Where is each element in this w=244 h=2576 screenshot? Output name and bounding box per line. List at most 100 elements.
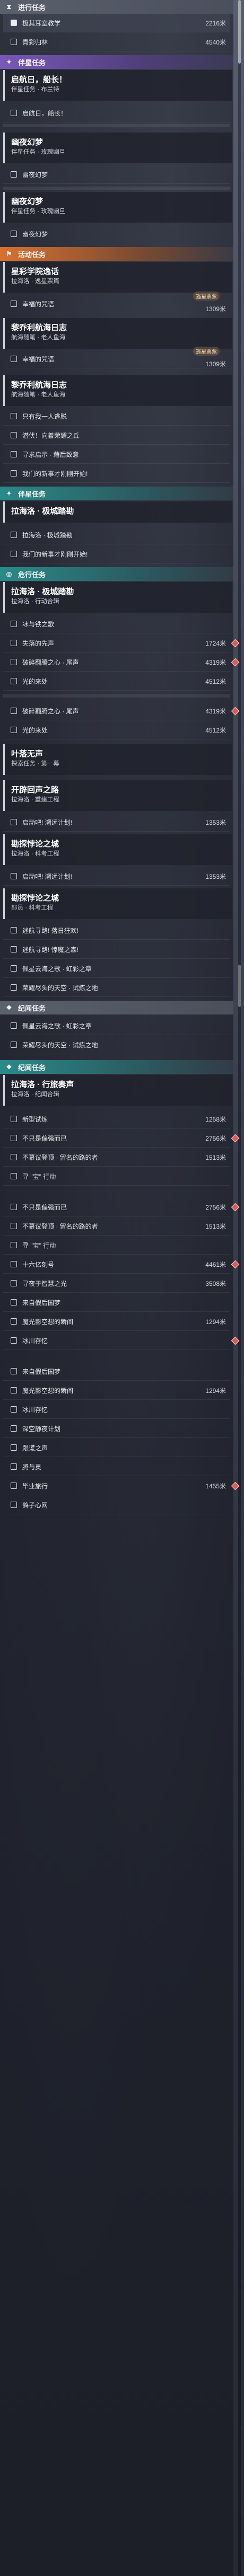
- flag-icon: ⚑: [6, 250, 12, 258]
- quest-row[interactable]: 新型试炼 1258米: [3, 1110, 230, 1128]
- quest-card[interactable]: 黎乔利航海日志 航海随笔 · 老人鱼海: [3, 318, 232, 349]
- quest-card[interactable]: 勘探悖论之城 部员 · 科考工程: [3, 888, 232, 919]
- quest-row[interactable]: 失落的先声 1724米: [3, 634, 240, 652]
- quest-row[interactable]: 极其耳室教学 2216米: [3, 14, 230, 32]
- quest-row[interactable]: 毕业旅行 1455米: [3, 1477, 240, 1495]
- quest-row[interactable]: 迷航寻路! 惊魔之森!: [3, 940, 230, 959]
- checkbox-icon: [11, 301, 17, 307]
- quest-row[interactable]: 荣耀尽头的天空 · 试炼之地: [3, 1036, 230, 1054]
- quest-card[interactable]: 拉海洛 · 极城踏勘 拉海洛 · 行动合辑: [3, 582, 232, 613]
- quest-row[interactable]: 魔光影空想的瞬间 1294米: [3, 1312, 230, 1331]
- checkbox-icon: [11, 171, 17, 178]
- quest-row[interactable]: 来自假后国梦: [3, 1362, 230, 1381]
- quest-row[interactable]: 破碎翻腾之心 · 尾声 4319米: [3, 702, 240, 720]
- star-icon: ✦: [6, 58, 12, 66]
- quest-row[interactable]: 光的来处 4512米: [3, 721, 230, 739]
- status-badge: 逃星票票: [193, 347, 220, 356]
- checkbox-icon: [11, 1173, 17, 1179]
- quest-row[interactable]: 幽夜幻梦: [3, 225, 230, 243]
- quest-row[interactable]: 深空静夜计划: [3, 1419, 230, 1438]
- scrollbar-thumb-2[interactable]: [238, 965, 241, 1007]
- checkbox-icon: [11, 819, 17, 825]
- quest-row[interactable]: 佩星云海之歌 · 虹彩之章: [3, 959, 230, 978]
- divider: [3, 124, 230, 127]
- section-companion-2[interactable]: ✦ 伴星任务: [0, 487, 233, 500]
- quest-row[interactable]: 冰川存忆: [3, 1331, 240, 1350]
- quest-card[interactable]: 启航日，船长！ 伴星任务 · 布兰特: [3, 70, 232, 101]
- quest-row[interactable]: 启动吧! 溯远计划! 1353米: [3, 867, 230, 886]
- quest-icon: ⧗: [6, 3, 12, 11]
- checkbox-icon: [11, 1022, 17, 1029]
- checkbox-icon: [11, 1116, 17, 1122]
- quest-card[interactable]: 拉海洛 · 极城踏勘: [3, 501, 232, 523]
- checkbox-icon: [11, 1502, 17, 1508]
- checkbox-icon: [11, 110, 17, 116]
- quest-row[interactable]: 寻 "宝" 行动: [3, 1236, 230, 1255]
- quest-row[interactable]: 青彩归林 4540米: [3, 33, 230, 51]
- checkbox-icon: [11, 1042, 17, 1048]
- checkbox-icon: [11, 1483, 17, 1489]
- quest-row[interactable]: 不只是偏强而已 2756米: [3, 1129, 240, 1148]
- checkbox-icon: [11, 1318, 17, 1325]
- quest-row[interactable]: 寻求启示 · 藉后致意: [3, 445, 230, 464]
- quest-row[interactable]: 不慕议登顶 · 留名的路的者 1513米: [3, 1217, 230, 1236]
- quest-row[interactable]: 冰川存忆: [3, 1400, 230, 1419]
- checkbox-icon: [11, 1204, 17, 1210]
- scrollbar-track[interactable]: [238, 0, 241, 2576]
- checkbox-icon: [11, 1223, 17, 1229]
- quest-row[interactable]: 启航日，船长！: [3, 104, 230, 122]
- quest-row[interactable]: 跟谎之声: [3, 1439, 230, 1457]
- checkbox-icon: [11, 1135, 17, 1141]
- checkbox-icon: [11, 708, 17, 714]
- checkbox-icon: [11, 532, 17, 538]
- quest-row[interactable]: 破碎翻腾之心 · 尾声 4319米: [3, 653, 240, 672]
- checkbox-icon: [11, 965, 17, 972]
- section-companion[interactable]: ✦ 伴星任务: [0, 55, 233, 69]
- quest-row[interactable]: 拉海洛 · 极城踏勘: [3, 526, 230, 544]
- quest-row[interactable]: 潜伏！向着荣耀之丘: [3, 426, 230, 445]
- scrollbar-thumb[interactable]: [238, 0, 241, 64]
- quest-row[interactable]: 我们的新事才刚刚开始!: [3, 545, 230, 563]
- quest-row[interactable]: 幽夜幻梦: [3, 165, 230, 184]
- quest-row[interactable]: 幸福的咒语 逃星票票 1309米: [3, 292, 230, 313]
- quest-row[interactable]: 寻夜于智慧之光 3508米: [3, 1274, 230, 1293]
- quest-card[interactable]: 幽夜幻梦 伴星任务 · 玫瑰幽旦: [3, 192, 232, 223]
- section-record-2[interactable]: ❖ 纪闻任务: [0, 1060, 233, 1074]
- section-record[interactable]: ❖ 纪闻任务: [0, 1001, 233, 1014]
- quest-row[interactable]: 荣耀尽头的天空 · 试炼之地: [3, 978, 230, 997]
- quest-card[interactable]: 开辟回声之路 拉海洛 · 重建工程: [3, 780, 232, 811]
- quest-row[interactable]: 幸福的咒语 逃星票票 1309米: [3, 347, 230, 368]
- quest-card[interactable]: 拉海洛 · 行旅奏声 拉海洛 · 纪闻合辑: [3, 1075, 232, 1106]
- quest-row[interactable]: 十六亿刻号 4461米: [3, 1255, 240, 1274]
- checkbox-icon: [11, 1261, 17, 1267]
- quest-row[interactable]: 不只是偏强而已 2756米: [3, 1198, 240, 1216]
- quest-card[interactable]: 叶落无声 探索任务 · 第一幕: [3, 744, 232, 775]
- checkbox-icon: [11, 551, 17, 557]
- quest-row[interactable]: 来自假后国梦: [3, 1293, 230, 1312]
- quest-card[interactable]: 黎乔利航海日志 航海随笔 · 老人鱼海: [3, 375, 232, 406]
- checkbox-icon: [11, 413, 17, 419]
- quest-row[interactable]: 迷航寻路! 落日狂欢!: [3, 921, 230, 940]
- checkbox-icon: [11, 946, 17, 952]
- quest-row[interactable]: 寻 "宝" 行动: [3, 1167, 230, 1186]
- quest-card[interactable]: 勘探悖论之城 拉海洛 · 科考工程: [3, 834, 232, 865]
- quest-card[interactable]: 星彩学院逸话 拉海洛 · 逸星票篇: [3, 262, 232, 293]
- quest-row[interactable]: 只有我一人逃脱: [3, 407, 230, 426]
- section-daily[interactable]: ◎ 危行任务: [0, 567, 233, 581]
- quest-row[interactable]: 鸽子心网: [3, 1496, 230, 1514]
- quest-row[interactable]: 魔光影空想的瞬间 1294米: [3, 1381, 230, 1400]
- checkbox-icon: [11, 1387, 17, 1393]
- divider: [3, 187, 230, 190]
- status-badge: 逃星票票: [193, 292, 220, 301]
- quest-row[interactable]: 启动吧! 溯远计划! 1353米: [3, 813, 230, 832]
- quest-row[interactable]: 光的来处 4512米: [3, 672, 230, 691]
- section-ongoing[interactable]: ⧗ 进行任务: [0, 0, 233, 14]
- quest-row[interactable]: 我们的新事才刚刚开始!: [3, 464, 230, 483]
- quest-row[interactable]: 冰与铁之歌: [3, 615, 230, 633]
- quest-card[interactable]: 幽夜幻梦 伴星任务 · 玫瑰幽旦: [3, 133, 232, 163]
- section-event[interactable]: ⚑ 活动任务: [0, 247, 233, 261]
- quest-row[interactable]: 不慕议登顶 · 留名的路的者 1513米: [3, 1148, 230, 1167]
- checkbox-icon: [11, 1425, 17, 1432]
- quest-row[interactable]: 佩星云海之歌 · 虹彩之章: [3, 1017, 230, 1035]
- quest-row[interactable]: 腾与灵: [3, 1458, 230, 1476]
